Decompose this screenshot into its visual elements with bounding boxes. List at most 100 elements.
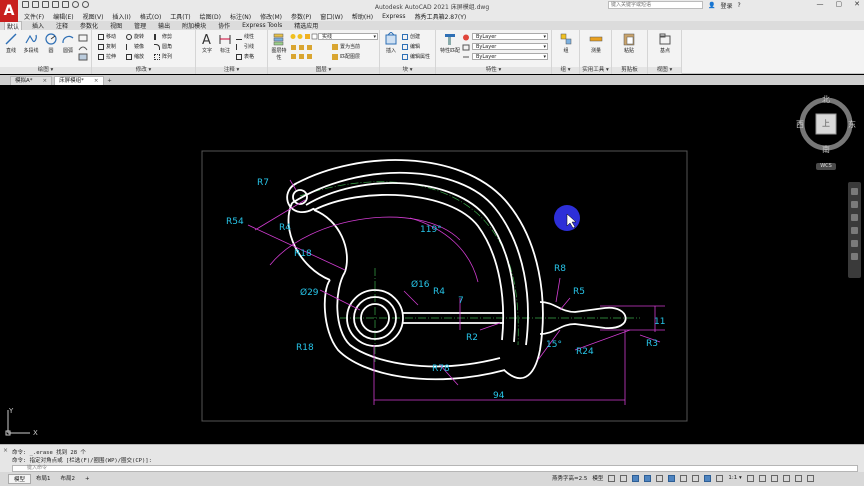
snap-icon[interactable]	[620, 474, 628, 482]
tab-view[interactable]: 视图	[108, 21, 124, 30]
hardware-acceleration-icon[interactable]	[782, 474, 790, 482]
menu-dimension[interactable]: 标注(N)	[230, 12, 251, 21]
table-tool[interactable]: 表格	[236, 53, 254, 60]
snap-tracking-icon[interactable]	[680, 474, 688, 482]
doc-tab-2[interactable]: 床屏模组* ×	[54, 76, 104, 85]
lineweight-dropdown[interactable]: ByLayer	[472, 43, 548, 50]
dimension-tool[interactable]: 标注	[216, 32, 234, 54]
user-icon[interactable]: 👤	[708, 2, 715, 9]
tab-output[interactable]: 输出	[156, 21, 172, 30]
search-input[interactable]: 键入关键字或短语	[608, 1, 703, 9]
menu-file[interactable]: 文件(F)	[24, 12, 44, 21]
menu-format[interactable]: 格式(O)	[140, 12, 161, 21]
wcs-menu[interactable]: WCS	[816, 163, 836, 170]
tab-manage[interactable]: 管理	[132, 21, 148, 30]
viewcube-top-face[interactable]: 上	[822, 118, 830, 129]
viewcube[interactable]: 北 南 西 东 上	[796, 95, 856, 158]
menu-tools[interactable]: 工具(T)	[170, 12, 190, 21]
clipboard-panel-title[interactable]: 剪贴板	[612, 67, 647, 74]
mirror-tool[interactable]: 镜像	[126, 43, 144, 50]
model-space-button[interactable]: 模型	[592, 474, 603, 482]
menu-insert[interactable]: 插入(I)	[112, 12, 130, 21]
full-navigation-wheel-icon[interactable]	[851, 188, 858, 195]
menu-draw[interactable]: 绘图(D)	[200, 12, 221, 21]
utilities-panel-title[interactable]: 实用工具 ▾	[580, 67, 611, 74]
move-tool[interactable]: 移动	[98, 33, 116, 40]
command-close-icon[interactable]: ×	[3, 447, 8, 454]
linetype-dropdown[interactable]: ByLayer	[472, 53, 548, 60]
compass-north[interactable]: 北	[822, 94, 830, 105]
sign-in-link[interactable]: 登录	[720, 1, 732, 10]
measure-tool[interactable]: 测量	[586, 32, 606, 54]
tab-insert[interactable]: 插入	[30, 21, 46, 30]
stretch-tool[interactable]: 拉伸	[98, 53, 116, 60]
menu-edit[interactable]: 编辑(E)	[53, 12, 73, 21]
trim-tool[interactable]: 修剪	[154, 33, 172, 40]
compass-south[interactable]: 南	[822, 144, 830, 155]
customization-menu-icon[interactable]	[806, 474, 814, 482]
isolate-objects-icon[interactable]	[770, 474, 778, 482]
set-current-tool[interactable]: 置为当前	[332, 43, 360, 50]
compass-west[interactable]: 西	[796, 119, 804, 130]
customize-icon[interactable]	[851, 253, 858, 260]
zoom-extents-icon[interactable]	[851, 214, 858, 221]
group-tool[interactable]: 组	[556, 32, 576, 54]
tab-default[interactable]: 默认	[4, 20, 23, 31]
text-tool[interactable]: A 文字	[198, 32, 216, 54]
maximize-button[interactable]: ▢	[836, 0, 843, 8]
create-block-tool[interactable]: 创建	[402, 33, 420, 40]
tab-layout2[interactable]: 布局2	[56, 474, 81, 484]
close-button[interactable]: ✕	[854, 0, 860, 8]
rotate-tool[interactable]: 旋转	[126, 33, 144, 40]
app-logo[interactable]: A	[0, 0, 18, 22]
pan-icon[interactable]	[851, 201, 858, 208]
draw-panel-title[interactable]: 绘图 ▾	[0, 67, 91, 74]
view-panel-title[interactable]: 视图 ▾	[648, 67, 681, 74]
annotation-scale-dropdown[interactable]: 1:1 ▾	[728, 475, 741, 481]
close-icon[interactable]: ×	[94, 77, 99, 85]
menu-help[interactable]: 帮助(H)	[352, 12, 373, 21]
menu-window[interactable]: 窗口(W)	[320, 12, 343, 21]
close-icon[interactable]: ×	[43, 77, 48, 85]
tab-addins[interactable]: 附加模块	[180, 21, 208, 30]
edit-block-tool[interactable]: 编辑	[402, 43, 420, 50]
layers-panel-title[interactable]: 图层 ▾	[268, 67, 379, 74]
base-point-tool[interactable]: 基点	[654, 32, 676, 54]
block-panel-title[interactable]: 块 ▾	[380, 67, 435, 74]
ortho-icon[interactable]	[632, 474, 640, 482]
insert-block-tool[interactable]: 插入	[382, 32, 400, 54]
groups-panel-title[interactable]: 组 ▾	[552, 67, 579, 74]
properties-panel-title[interactable]: 特性 ▾	[436, 67, 551, 74]
menu-modify[interactable]: 修改(M)	[260, 12, 282, 21]
orbit-icon[interactable]	[851, 227, 858, 234]
add-layout-button[interactable]: +	[80, 474, 95, 484]
tab-layout1[interactable]: 布局1	[31, 474, 56, 484]
linear-dim-tool[interactable]: 线性	[236, 33, 254, 40]
command-input[interactable]: 键入命令	[12, 465, 858, 472]
annotation-monitor-icon[interactable]	[758, 474, 766, 482]
polyline-tool[interactable]: 多段线	[20, 32, 42, 54]
showmotion-icon[interactable]	[851, 240, 858, 247]
object-snap-icon[interactable]	[668, 474, 676, 482]
auto-scale-icon[interactable]	[716, 474, 724, 482]
menu-parametric[interactable]: 参数(P)	[291, 12, 311, 21]
line-tool[interactable]: 直线	[2, 32, 20, 54]
doc-tab-1[interactable]: 模拟A* ×	[10, 76, 53, 85]
new-tab-button[interactable]: +	[106, 77, 114, 85]
match-layer-tool[interactable]: 匹配图层	[332, 53, 360, 60]
minimize-button[interactable]: —	[817, 0, 824, 8]
annotation-visibility-icon[interactable]	[704, 474, 712, 482]
leader-tool[interactable]: 引线	[236, 43, 254, 50]
polar-icon[interactable]	[644, 474, 652, 482]
copy-tool[interactable]: 复制	[98, 43, 116, 50]
help-icon[interactable]: ?	[738, 2, 741, 9]
edit-attributes-tool[interactable]: 编辑属性	[402, 53, 430, 60]
drawing-canvas[interactable]: R7 R54 R4 R18 119° Ø29 Ø16 R4 7 R18 R2 R…	[0, 85, 864, 444]
fillet-tool[interactable]: 圆角	[154, 43, 172, 50]
tab-express-tools[interactable]: Express Tools	[240, 22, 284, 29]
compass-east[interactable]: 东	[848, 119, 856, 130]
isodraft-icon[interactable]	[656, 474, 664, 482]
menu-yanxiu[interactable]: 燕秀工具箱2.87(Y)	[415, 12, 467, 21]
tab-collaborate[interactable]: 协作	[216, 21, 232, 30]
workspace-gear-icon[interactable]	[746, 474, 754, 482]
